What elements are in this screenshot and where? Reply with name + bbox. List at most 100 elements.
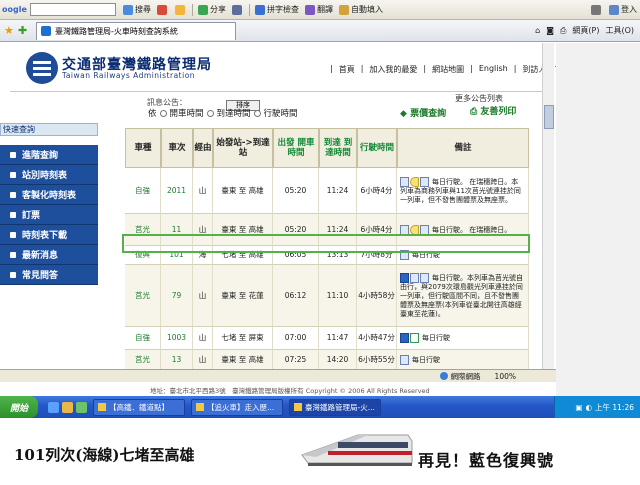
favorites-star-icon[interactable]: ★	[4, 24, 18, 38]
nav-sitemap-link[interactable]: 網站地圖	[432, 64, 464, 75]
cell-arr: 11:10	[319, 265, 357, 327]
nav-home-link[interactable]: 首頁	[339, 64, 355, 75]
zoom-level[interactable]: 100%	[495, 372, 516, 381]
sidebar-item-news[interactable]: 最新消息	[0, 245, 98, 265]
bullet-icon	[10, 211, 16, 218]
taskbar-item-3[interactable]: 臺灣鐵路管理局-火...	[289, 398, 381, 416]
cell-type[interactable]: 莒光	[125, 265, 161, 327]
cell-arr: 13:13	[319, 246, 357, 265]
cell-no[interactable]: 13	[161, 350, 193, 371]
page-menu[interactable]: 網頁(P)	[572, 25, 599, 36]
toolbar-share-button[interactable]: 分享	[195, 2, 229, 18]
cell-type[interactable]: 自強	[125, 327, 161, 350]
bookmark-icon	[157, 4, 167, 15]
toolbar-divider	[249, 3, 250, 16]
screenshot-root: oogle 搜尋 分享 拼字檢查 翻譯 自動填入 登入 ★ ✚ 臺灣鐵路管理局-…	[0, 0, 640, 485]
tools-menu[interactable]: 工具(O)	[605, 25, 634, 36]
cell-no[interactable]: 1003	[161, 327, 193, 350]
cell-via: 山	[193, 327, 213, 350]
sidebar-item-faq[interactable]: 常見問答	[0, 265, 98, 285]
taskbar-item-2[interactable]: 【追火車】走入歷...	[191, 398, 283, 416]
print-link[interactable]: ⎙ 友善列印	[470, 104, 516, 117]
cell-route: 臺東 至 高雄	[213, 214, 273, 246]
user-icon	[609, 4, 619, 15]
note-content: 每日行駛	[400, 355, 440, 365]
page-scrollbar[interactable]	[542, 43, 554, 369]
note-content: 每日行駛。 在瑞穗跨日。本列車為商務列車與11次莒光號連挂於同一列車，但不發售團…	[400, 176, 525, 205]
note-content: 每日行駛。 在瑞穗跨日。	[400, 224, 511, 235]
cell-route: 七堵 至 高雄	[213, 246, 273, 265]
cell-no[interactable]: 2011	[161, 168, 193, 214]
sidebar-item-booking[interactable]: 訂票	[0, 205, 98, 225]
nav-english-link[interactable]: English	[479, 64, 508, 75]
browser-tab-bar: ★ ✚ 臺灣鐵路管理局-火車時刻查詢系統 ⌂ ◙ ⎙ 網頁(P) 工具(O)	[0, 20, 640, 42]
autofill-icon	[339, 4, 349, 15]
cell-type[interactable]: 莒光	[125, 214, 161, 246]
cell-note: 每日行駛	[397, 350, 529, 371]
sidebar-item-custom[interactable]: 客製化時刻表	[0, 185, 98, 205]
train-illustration	[301, 434, 413, 466]
sidebar-item-download[interactable]: 時刻表下載	[0, 225, 98, 245]
toolbar-spell-button[interactable]: 拼字檢查	[252, 2, 302, 18]
system-tray: ▣ ◐ 上午 11:26	[554, 396, 640, 418]
quick-launch	[48, 401, 87, 413]
toolbar-icon-button-2[interactable]	[172, 2, 190, 18]
volume-icon[interactable]: ◐	[585, 403, 592, 412]
header-note: 備註	[397, 128, 529, 168]
cell-no[interactable]: 11	[161, 214, 193, 246]
service-icons	[400, 224, 429, 235]
cell-dur: 4小時58分	[357, 265, 397, 327]
toolbar-search-button[interactable]: 搜尋	[120, 2, 154, 18]
toolbar-search-input[interactable]	[30, 3, 116, 16]
cell-no[interactable]: 101	[161, 246, 193, 265]
toolbar-icon-button[interactable]	[154, 2, 172, 18]
windows-taskbar: 開始 【高鐵．鐵道點】 【追火車】走入歷... 臺灣鐵路管理局-火... ▣ ◐…	[0, 396, 640, 418]
cell-type[interactable]: 自強	[125, 168, 161, 214]
more-announcements-link[interactable]: 更多公告列表	[455, 93, 503, 104]
nav-favorite-link[interactable]: 加入我的最愛	[369, 64, 417, 75]
note-text: 每日行駛	[412, 356, 440, 364]
note-text: 每日行駛	[412, 251, 440, 259]
add-favorite-icon[interactable]: ✚	[18, 24, 32, 38]
browser-tab-active[interactable]: 臺灣鐵路管理局-火車時刻查詢系統	[36, 21, 236, 40]
desktop-icon[interactable]	[76, 401, 87, 413]
cell-dep: 06:12	[273, 265, 319, 327]
start-button[interactable]: 開始	[0, 396, 38, 418]
toolbar-icon-button-3[interactable]	[229, 2, 247, 18]
ie-icon[interactable]	[48, 401, 59, 413]
quick-search-title: 快速查詢	[0, 123, 98, 136]
sort-radio-duration[interactable]	[253, 109, 261, 117]
network-icon[interactable]: ▣	[575, 403, 582, 412]
clock[interactable]: 上午 11:26	[595, 402, 634, 413]
sidebar: 進階查詢 站別時刻表 客製化時刻表 訂票 時刻表下載 最新消息 常見問答	[0, 145, 98, 285]
feeds-icon[interactable]: ◙	[546, 26, 554, 35]
wheelchair-icon	[400, 272, 409, 283]
cell-dur: 6小時4分	[357, 214, 397, 246]
service-icon	[400, 224, 409, 235]
print-icon[interactable]: ⎙	[560, 26, 566, 36]
search-icon	[123, 4, 133, 15]
sidebar-item-advanced[interactable]: 進階查詢	[0, 145, 98, 165]
bullet-icon	[10, 151, 16, 158]
taskbar-item-1[interactable]: 【高鐵．鐵道點】	[93, 398, 185, 416]
bullet-icon	[10, 251, 16, 258]
overnight-icon	[410, 224, 419, 235]
toolbar-translate-button[interactable]: 翻譯	[302, 2, 336, 18]
toolbar-login-button[interactable]: 登入	[606, 2, 640, 18]
cell-type[interactable]: 復興	[125, 246, 161, 265]
toolbar-wrench-button[interactable]	[588, 2, 606, 18]
folder-icon[interactable]	[62, 401, 73, 413]
sort-radio-arrival[interactable]	[206, 109, 214, 117]
sort-radio-departure[interactable]	[159, 109, 167, 117]
toolbar-autofill-button[interactable]: 自動填入	[336, 2, 386, 18]
scrollbar-thumb[interactable]	[544, 105, 554, 129]
service-icons	[400, 333, 419, 343]
ticket-price-link[interactable]: ◆ 票價查詢	[400, 106, 446, 119]
caption-left: 101列次(海線)七堵至高雄	[14, 446, 195, 464]
cell-note: 每日行駛	[397, 327, 529, 350]
cell-no[interactable]: 79	[161, 265, 193, 327]
sidebar-item-station[interactable]: 站別時刻表	[0, 165, 98, 185]
note-content: 每日行駛	[400, 333, 450, 343]
cell-type[interactable]: 莒光	[125, 350, 161, 371]
home-icon[interactable]: ⌂	[535, 26, 540, 35]
